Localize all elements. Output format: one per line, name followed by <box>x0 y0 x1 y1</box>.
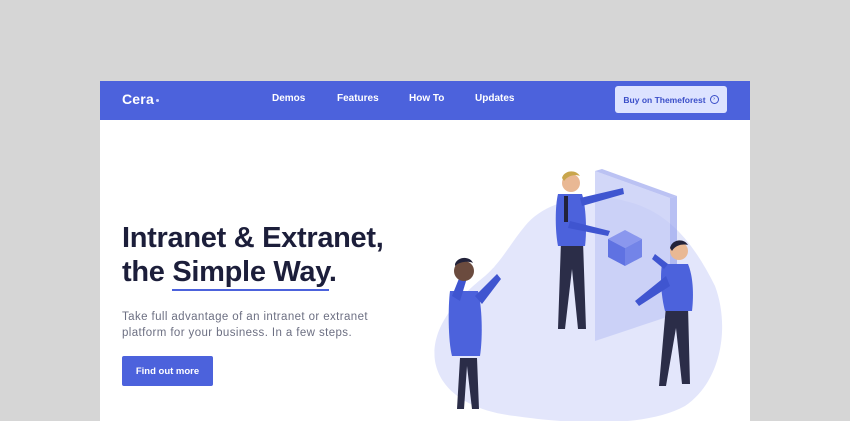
hero-heading-line-1: Intranet & Extranet, <box>122 222 384 254</box>
hero-heading-suffix: . <box>328 256 337 288</box>
brand-logo[interactable]: Cera <box>122 91 159 107</box>
nav-link-how-to[interactable]: How To <box>409 93 444 104</box>
logo-dot <box>155 99 159 102</box>
arrow-circle-icon: › <box>709 95 719 104</box>
nav-link-features[interactable]: Features <box>337 93 379 104</box>
hero-heading-line-2: the Simple Way. <box>122 255 384 291</box>
top-navbar: Cera Demos Features How To Updates Buy o… <box>100 81 750 120</box>
browser-frame: Cera Demos Features How To Updates Buy o… <box>100 81 750 421</box>
brand-name: Cera <box>122 91 154 107</box>
hero-heading-prefix: the <box>122 256 173 288</box>
buy-button-label: Buy on Themeforest <box>623 94 706 105</box>
find-out-more-button[interactable]: Find out more <box>122 356 213 386</box>
nav-link-demos[interactable]: Demos <box>272 93 305 104</box>
hero-heading: Intranet & Extranet, the Simple Way. <box>122 221 384 291</box>
team-collaboration-illustration <box>434 169 723 421</box>
hero-heading-highlight: Simple Way <box>172 256 329 291</box>
hero-description: Take full advantage of an intranet or ex… <box>122 311 368 339</box>
nav-link-updates[interactable]: Updates <box>475 93 514 104</box>
buy-on-themeforest-button[interactable]: Buy on Themeforest › <box>615 86 727 113</box>
